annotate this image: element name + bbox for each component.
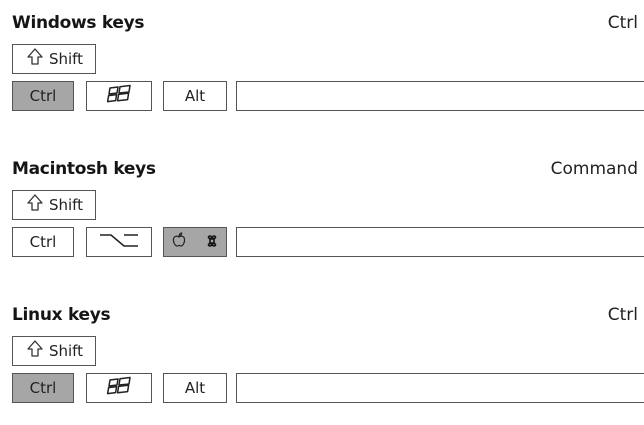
windows-modifier-label: Ctrl xyxy=(607,13,638,33)
linux-keys-section: Linux keys Ctrl Shift Ctrl Alt xyxy=(0,305,644,425)
ctrl-key-label: Ctrl xyxy=(29,87,57,105)
macintosh-keys-heading: Macintosh keys xyxy=(12,159,156,179)
shift-arrow-icon xyxy=(27,48,43,70)
linux-ctrl-key: Ctrl xyxy=(12,373,74,403)
apple-logo-icon xyxy=(172,232,186,252)
macintosh-modifier-label: Command xyxy=(550,159,638,179)
windows-spacebar-key xyxy=(236,81,644,111)
ctrl-key-label: Ctrl xyxy=(29,233,57,251)
linux-keys-heading: Linux keys xyxy=(12,305,111,325)
linux-spacebar-key xyxy=(236,373,644,403)
shift-arrow-icon xyxy=(27,194,43,216)
windows-ctrl-key: Ctrl xyxy=(12,81,74,111)
windows-logo-key xyxy=(86,81,152,111)
shift-key-label: Shift xyxy=(48,196,84,214)
command-symbol-icon xyxy=(206,233,218,251)
macintosh-command-key xyxy=(163,227,227,257)
shift-arrow-icon xyxy=(27,340,43,362)
linux-modifier-label: Ctrl xyxy=(607,305,638,325)
shift-key-label: Shift xyxy=(48,342,84,360)
windows-keys-section: Windows keys Ctrl Shift Ctrl Alt xyxy=(0,13,644,133)
macintosh-option-key xyxy=(86,227,152,257)
windows-shift-key: Shift xyxy=(12,44,96,74)
windows-logo-icon xyxy=(104,376,134,400)
windows-keys-heading: Windows keys xyxy=(12,13,145,33)
alt-key-label: Alt xyxy=(184,87,206,105)
linux-shift-key: Shift xyxy=(12,336,96,366)
macintosh-shift-key: Shift xyxy=(12,190,96,220)
macintosh-keys-section: Macintosh keys Command Shift Ctrl xyxy=(0,159,644,279)
option-key-icon xyxy=(97,231,141,253)
alt-key-label: Alt xyxy=(184,379,206,397)
windows-alt-key: Alt xyxy=(163,81,227,111)
linux-alt-key: Alt xyxy=(163,373,227,403)
ctrl-key-label: Ctrl xyxy=(29,379,57,397)
linux-windows-logo-key xyxy=(86,373,152,403)
macintosh-spacebar-key xyxy=(236,227,644,257)
windows-logo-icon xyxy=(104,84,134,108)
macintosh-ctrl-key: Ctrl xyxy=(12,227,74,257)
shift-key-label: Shift xyxy=(48,50,84,68)
